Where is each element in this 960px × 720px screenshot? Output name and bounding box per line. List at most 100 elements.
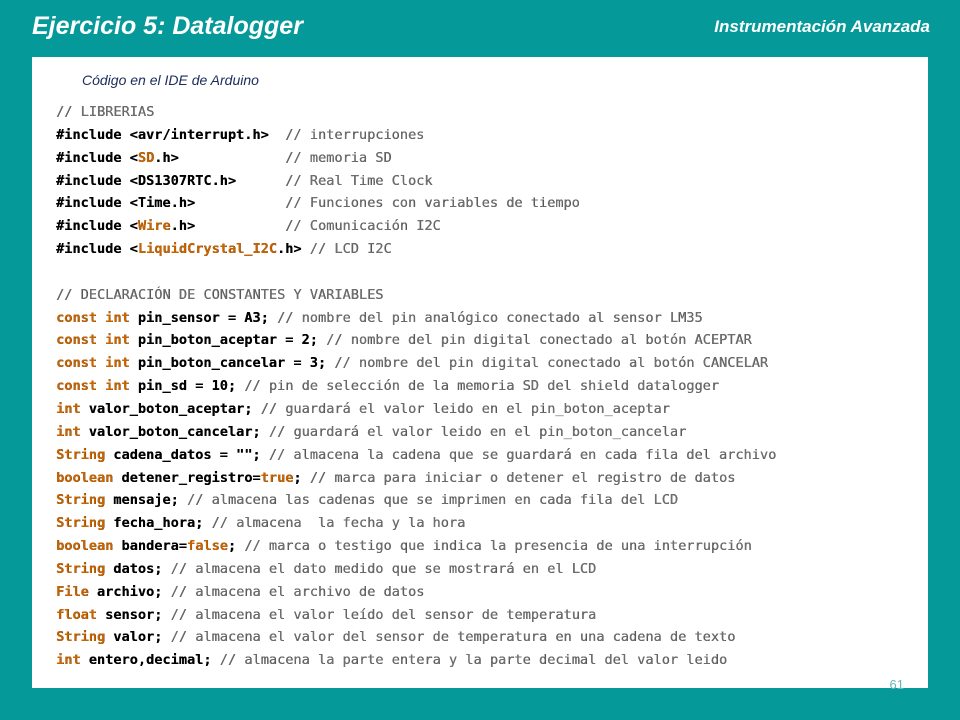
code-comment: // almacena el dato medido que se mostra… [170,560,597,577]
code-line: int entero,decimal; // almacena la parte… [56,649,776,672]
code-text: #include <DS1307RTC.h> [56,172,286,189]
code-comment: // nombre del pin analógico conectado al… [277,309,703,326]
code-line: String mensaje; // almacena las cadenas … [56,489,776,512]
code-line: const int pin_sensor = A3; // nombre del… [56,307,776,330]
code-line: // LIBRERIAS [56,101,776,124]
code-comment: // LIBRERIAS [56,104,155,120]
code-comment: // LCD I2C [309,241,392,258]
code-keyword: SD [137,149,155,166]
code-text: datos; [105,560,171,577]
code-keyword: boolean [56,538,114,555]
code-keyword: int [56,652,81,669]
code-text: #include < [56,218,138,235]
code-line: boolean detener_registro=true; // marca … [56,467,776,490]
code-keyword: boolean [56,469,114,486]
code-text: valor_boton_cancelar; [80,423,269,440]
code-text: mensaje; [105,492,187,509]
code-keyword: String [56,515,106,532]
code-line: // DECLARACIÓN DE CONSTANTES Y VARIABLES [56,284,776,307]
code-line: String cadena_datos = ""; // almacena la… [56,444,776,467]
code-comment: // almacena el valor leído del sensor de… [170,606,597,623]
code-line: #include <Time.h> // Funciones con varia… [56,192,776,215]
code-comment: // nombre del pin digital conectado al b… [326,332,752,349]
code-line: #include <DS1307RTC.h> // Real Time Cloc… [56,170,776,193]
code-text: valor; [105,629,171,646]
code-text: pin_sd = 10; [129,378,245,395]
code-text: ; [227,538,245,555]
code-comment: // almacena la parte entera y la parte d… [219,652,728,669]
slide-subject: Instrumentación Avanzada [714,17,930,36]
code-keyword: String [56,560,106,577]
code-text: #include <Time.h> [56,195,286,212]
code-line: String fecha_hora; // almacena la fecha … [56,512,776,535]
code-keyword: String [56,446,106,463]
code-line: const int pin_sd = 10; // pin de selecci… [56,375,776,398]
code-line: String datos; // almacena el dato medido… [56,558,776,581]
code-comment: // almacena el archivo de datos [170,583,425,600]
code-keyword: false [186,538,228,555]
code-line: #include <avr/interrupt.h> // interrupci… [56,124,776,147]
code-keyword: String [56,629,106,646]
code-text: sensor; [96,606,171,623]
code-comment: // memoria SD [285,149,392,166]
code-text: #include < [56,149,138,166]
code-text: cadena_datos = ""; [105,446,269,463]
code-keyword: true [260,469,294,486]
slide-title: Ejercicio 5: Datalogger [32,12,303,40]
code-text: valor_boton_aceptar; [80,400,261,417]
code-text: .h> [276,241,310,258]
code-comment: // pin de selección de la memoria SD del… [244,378,719,395]
code-keyword: LiquidCrystal_I2C [137,241,277,258]
code-comment: // nombre del pin digital conectado al b… [334,355,769,372]
code-comment: // Real Time Clock [285,172,433,189]
code-line: float sensor; // almacena el valor leído… [56,604,776,627]
code-keyword: String [56,492,106,509]
code-text: #include < [56,241,138,258]
code-keyword: float [56,606,97,623]
code-comment: // Comunicación I2C [285,218,441,235]
code-text: bandera= [113,538,187,555]
code-text: entero,decimal; [80,652,220,669]
code-text: .h> [154,149,286,166]
code-line: int valor_boton_cancelar; // guardará el… [56,421,776,444]
code-text: pin_sensor = A3; [129,309,277,326]
code-caption: Código en el IDE de Arduino [82,72,259,88]
code-block: // LIBRERIAS #include <avr/interrupt.h> /… [56,101,776,672]
code-line: #include <LiquidCrystal_I2C.h> // LCD I2… [56,238,776,261]
code-keyword: File [56,583,89,600]
code-keyword: const int [56,378,130,395]
page-number: 61 [889,677,904,692]
code-line: #include <SD.h> // memoria SD [56,147,776,170]
code-text: detener_registro= [113,469,261,486]
code-line: File archivo; // almacena el archivo de … [56,581,776,604]
content-panel: Código en el IDE de Arduino // LIBRERIAS… [32,57,928,692]
code-text: ; [293,469,310,486]
code-comment: // guardará el valor leido en el pin_bot… [260,400,670,417]
code-text: archivo; [88,583,171,600]
code-text: fecha_hora; [105,515,212,532]
code-keyword: int [56,400,81,417]
code-comment: // almacena el valor del sensor de tempe… [170,629,736,646]
code-keyword: const int [56,355,130,372]
code-comment: // almacena las cadenas que se imprimen … [186,492,679,509]
code-text: pin_boton_aceptar = 2; [129,332,327,349]
code-line: const int pin_boton_aceptar = 2; // nomb… [56,329,776,352]
code-line: int valor_boton_aceptar; // guardará el … [56,398,776,421]
code-comment: // marca para iniciar o detener el regis… [309,469,736,486]
code-comment: // interrupciones [285,126,425,143]
code-text: #include <avr/interrupt.h> [56,126,286,143]
code-comment: // marca o testigo que indica la presenc… [244,538,752,555]
code-keyword: const int [56,332,130,349]
code-line: const int pin_boton_cancelar = 3; // nom… [56,352,776,375]
code-line: #include <Wire.h> // Comunicación I2C [56,215,776,238]
code-comment: // Funciones con variables de tiempo [285,195,580,212]
code-comment: // almacena la cadena que se guardará en… [268,446,777,463]
code-comment: // guardará el valor leido en el pin_bot… [268,423,687,440]
code-text: pin_boton_cancelar = 3; [129,355,335,372]
code-keyword: const int [56,309,130,326]
code-line: boolean bandera=false; // marca o testig… [56,535,776,558]
code-text: .h> [170,218,286,235]
code-comment: // almacena la fecha y la hora [211,515,466,532]
code-line: String valor; // almacena el valor del s… [56,626,776,649]
